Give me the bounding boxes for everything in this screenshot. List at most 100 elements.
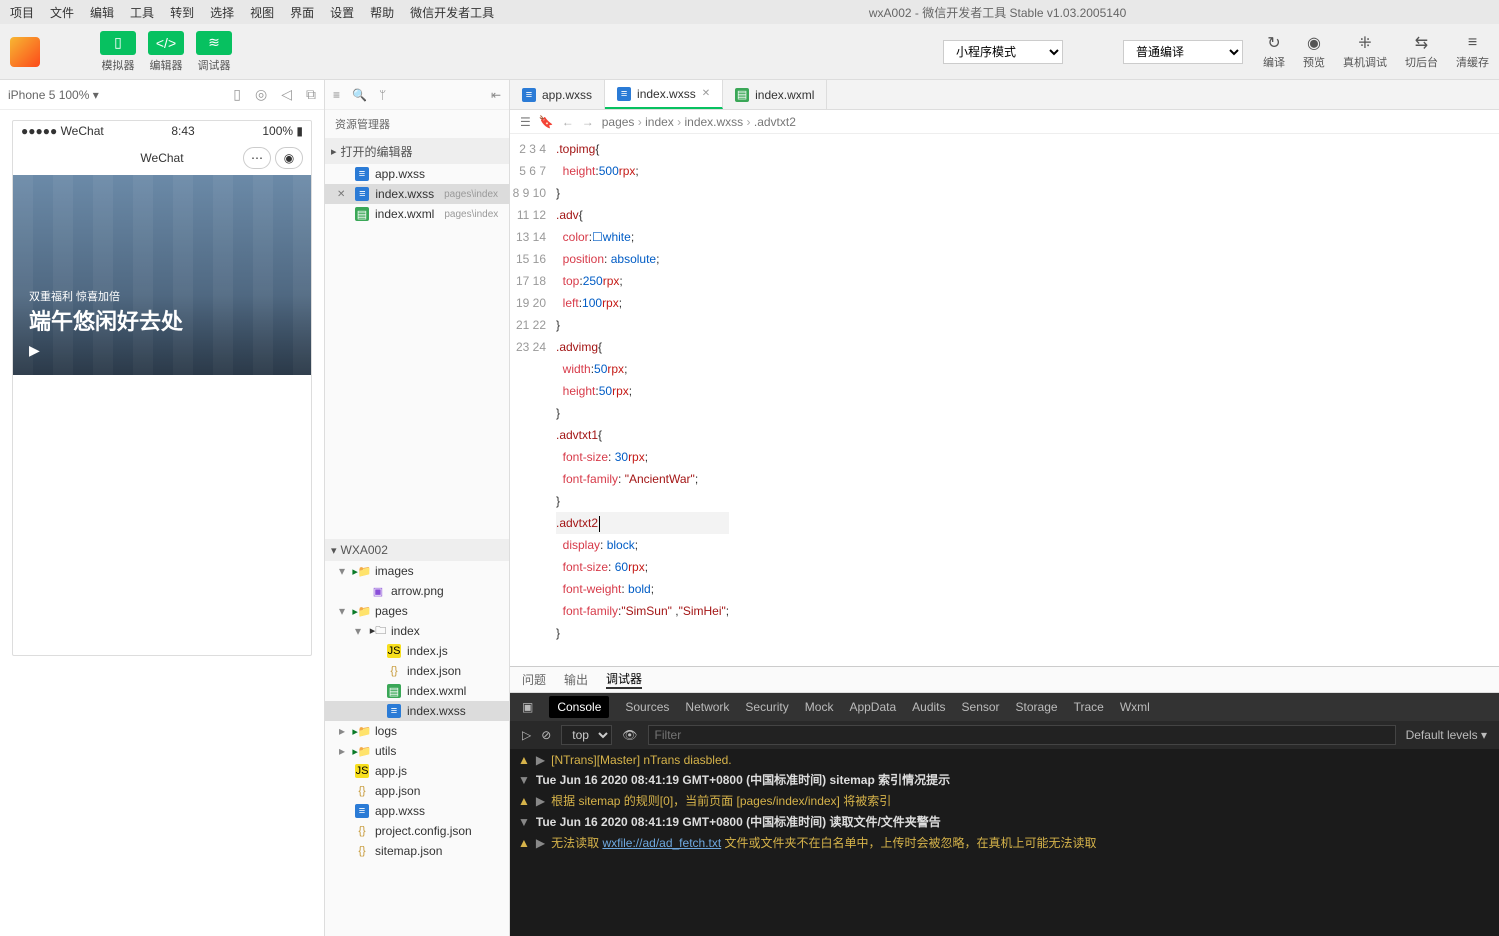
open-file-index.wxml[interactable]: ▤index.wxmlpages\index [325, 204, 509, 224]
collapse-icon[interactable]: ⇤ [491, 88, 501, 102]
btab-调试器[interactable]: 调试器 [606, 670, 642, 689]
tree-index.js[interactable]: JSindex.js [325, 641, 509, 661]
tree-app.wxss[interactable]: ≡app.wxss [325, 801, 509, 821]
devnav-AppData[interactable]: AppData [849, 700, 896, 714]
branch-icon[interactable]: ᛘ [379, 88, 386, 102]
app-mode-select[interactable]: 小程序模式 [943, 40, 1063, 64]
crumb[interactable]: index [645, 115, 674, 129]
wxss-icon: ≡ [617, 87, 631, 101]
search-icon[interactable]: 🔍 [352, 88, 367, 102]
tree-sitemap.json[interactable]: {}sitemap.json [325, 841, 509, 861]
tab-index.wxml[interactable]: ▤index.wxml [723, 80, 827, 109]
devnav-Security[interactable]: Security [745, 700, 788, 714]
remote-debug-button[interactable]: ⁜真机调试 [1343, 34, 1387, 70]
console-line[interactable]: ▲▶无法读取 wxfile://ad/ad_fetch.txt 文件或文件夹不在… [510, 832, 1499, 853]
close-icon[interactable]: ✕ [337, 189, 345, 200]
menu-视图[interactable]: 视图 [244, 2, 280, 23]
tree-images[interactable]: ▾ ▸📁images [325, 561, 509, 581]
code-editor[interactable]: 2 3 4 5 6 7 8 9 10 11 12 13 14 15 16 17 … [510, 134, 1499, 666]
open-file-index.wxss[interactable]: ✕≡index.wxsspages\index [325, 184, 509, 204]
hero-title: 端午悠闲好去处 [29, 304, 295, 336]
tree-project.config.json[interactable]: {}project.config.json [325, 821, 509, 841]
play-icon[interactable]: ▶ [29, 342, 295, 359]
devnav-Sources[interactable]: Sources [625, 700, 669, 714]
menu-设置[interactable]: 设置 [324, 2, 360, 23]
tree-app.js[interactable]: JSapp.js [325, 761, 509, 781]
close-icon[interactable]: ✕ [702, 88, 710, 99]
tree-pages[interactable]: ▾ ▸📁pages [325, 601, 509, 621]
btab-输出[interactable]: 输出 [564, 671, 588, 688]
context-select[interactable]: top [561, 725, 612, 745]
crumb[interactable]: .advtxt2 [754, 115, 796, 129]
menu-工具[interactable]: 工具 [124, 2, 160, 23]
wxss-icon: ≡ [355, 187, 369, 201]
clear-icon[interactable]: ⊘ [541, 728, 551, 742]
menu-选择[interactable]: 选择 [204, 2, 240, 23]
tab-index.wxss[interactable]: ≡index.wxss✕ [605, 80, 723, 109]
record-icon[interactable]: ◎ [255, 86, 267, 103]
wxss-icon: ≡ [387, 704, 401, 718]
devnav-Audits[interactable]: Audits [912, 700, 945, 714]
console-line[interactable]: ▼Tue Jun 16 2020 08:41:19 GMT+0800 (中国标准… [510, 769, 1499, 790]
compile-button[interactable]: ↻编译 [1263, 34, 1285, 70]
crumb[interactable]: index.wxss [684, 115, 743, 129]
editor-button[interactable]: </>编辑器 [148, 31, 184, 73]
carrier-label: ●●●●● WeChat [21, 124, 104, 138]
menu-项目[interactable]: 项目 [4, 2, 40, 23]
menu-界面[interactable]: 界面 [284, 2, 320, 23]
levels-select[interactable]: Default levels ▾ [1406, 728, 1487, 742]
clear-cache-button[interactable]: ≡清缓存 [1456, 34, 1489, 70]
nav-fwd-icon[interactable]: → [582, 115, 594, 129]
devnav-Wxml[interactable]: Wxml [1120, 700, 1150, 714]
simulator-button[interactable]: ▯模拟器 [100, 31, 136, 73]
eye-icon[interactable]: 👁 [622, 728, 637, 742]
crumb[interactable]: pages [602, 115, 635, 129]
mute-icon[interactable]: ◁ [281, 86, 292, 103]
tree-index.wxss[interactable]: ≡index.wxss [325, 701, 509, 721]
code-body[interactable]: .topimg{ height:500rpx;}.adv{ color:☐whi… [556, 134, 729, 666]
play-icon[interactable]: ▷ [522, 728, 531, 742]
outline-icon[interactable]: ☰ [520, 115, 531, 129]
menu-微信开发者工具[interactable]: 微信开发者工具 [404, 2, 500, 23]
open-file-app.wxss[interactable]: ≡app.wxss [325, 164, 509, 184]
capsule-close-icon[interactable]: ◉ [275, 147, 303, 169]
nav-back-icon[interactable]: ← [562, 115, 574, 129]
device-selector[interactable]: iPhone 5 100% ▾ [8, 88, 99, 102]
project-header[interactable]: ▾ WXA002 [325, 539, 509, 561]
devnav-Sensor[interactable]: Sensor [962, 700, 1000, 714]
tab-app.wxss[interactable]: ≡app.wxss [510, 80, 605, 109]
tree-utils[interactable]: ▸ ▸📁utils [325, 741, 509, 761]
filter-input[interactable] [648, 725, 1396, 745]
tree-index[interactable]: ▾ ▸🗀index [325, 621, 509, 641]
btab-问题[interactable]: 问题 [522, 671, 546, 688]
capsule-menu-icon[interactable]: ⋯ [243, 147, 271, 169]
devnav-Mock[interactable]: Mock [805, 700, 834, 714]
console-line[interactable]: ▼Tue Jun 16 2020 08:41:19 GMT+0800 (中国标准… [510, 811, 1499, 832]
bookmark-icon[interactable]: 🔖 [539, 115, 554, 129]
menu-帮助[interactable]: 帮助 [364, 2, 400, 23]
menu-转到[interactable]: 转到 [164, 2, 200, 23]
tree-index.wxml[interactable]: ▤index.wxml [325, 681, 509, 701]
detach-icon[interactable]: ⧉ [306, 86, 316, 103]
console-output[interactable]: ▲▶[NTrans][Master] nTrans diasbled.▼Tue … [510, 749, 1499, 936]
menu-文件[interactable]: 文件 [44, 2, 80, 23]
devnav-Console[interactable]: Console [549, 696, 609, 718]
preview-button[interactable]: ◉预览 [1303, 34, 1325, 70]
console-line[interactable]: ▲▶根据 sitemap 的规则[0]，当前页面 [pages/index/in… [510, 790, 1499, 811]
list-icon[interactable]: ≡ [333, 88, 340, 102]
compile-mode-select[interactable]: 普通编译 [1123, 40, 1243, 64]
tree-arrow.png[interactable]: ▣arrow.png [325, 581, 509, 601]
tree-index.json[interactable]: {}index.json [325, 661, 509, 681]
devnav-Network[interactable]: Network [685, 700, 729, 714]
console-line[interactable]: ▲▶[NTrans][Master] nTrans diasbled. [510, 751, 1499, 769]
open-editors-header[interactable]: ▸ 打开的编辑器 [325, 139, 509, 164]
inspect-icon[interactable]: ▣ [522, 700, 533, 714]
menu-编辑[interactable]: 编辑 [84, 2, 120, 23]
devnav-Storage[interactable]: Storage [1016, 700, 1058, 714]
device-icon[interactable]: ▯ [233, 86, 241, 103]
tree-app.json[interactable]: {}app.json [325, 781, 509, 801]
tree-logs[interactable]: ▸ ▸📁logs [325, 721, 509, 741]
background-button[interactable]: ⇆切后台 [1405, 34, 1438, 70]
devnav-Trace[interactable]: Trace [1074, 700, 1104, 714]
debugger-button[interactable]: ≋调试器 [196, 31, 232, 73]
